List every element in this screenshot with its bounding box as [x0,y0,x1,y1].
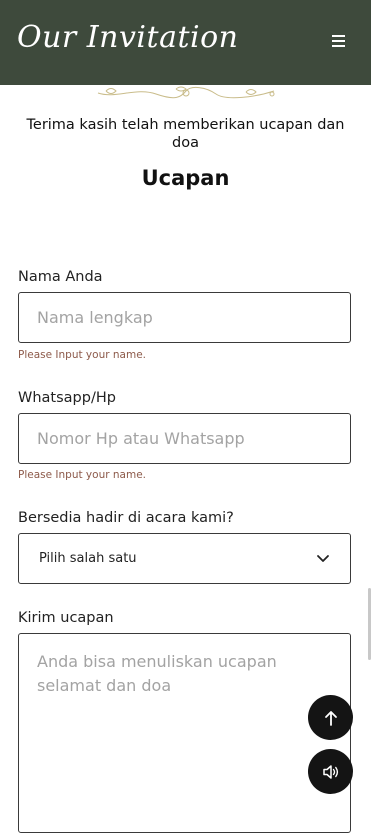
arrow-up-icon [324,710,337,726]
phone-input-placeholder: Nomor Hp atau Whatsapp [37,429,245,448]
section-heading: Ucapan [141,166,230,190]
attendance-label: Bersedia hadir di acara kami? [18,510,234,526]
name-input-placeholder: Nama lengkap [37,308,153,327]
brand-title[interactable]: Our Invitation [17,20,238,55]
scroll-to-top-button[interactable] [308,695,353,740]
hamburger-menu-icon[interactable] [332,35,345,47]
phone-label: Whatsapp/Hp [18,390,116,406]
attendance-select[interactable]: Pilih salah satu [18,533,351,584]
phone-input[interactable]: Nomor Hp atau Whatsapp [18,413,351,464]
name-hint: Please Input your name. [18,349,146,361]
section-subtitle: Terima kasih telah memberikan ucapan dan… [26,117,345,151]
name-input[interactable]: Nama lengkap [18,292,351,343]
speaker-volume-icon [322,764,338,779]
top-nav-bar: Our Invitation [0,0,371,85]
floral-ornament [97,86,275,99]
audio-toggle-button[interactable] [308,749,353,794]
attendance-selected-value: Pilih salah satu [39,551,137,566]
name-label: Nama Anda [18,269,103,285]
message-label: Kirim ucapan [18,610,114,626]
message-textarea[interactable]: Anda bisa menuliskan ucapan selamat dan … [18,633,351,833]
chevron-down-icon [317,554,329,562]
message-placeholder: Anda bisa menuliskan ucapan selamat dan … [37,652,277,695]
phone-hint: Please Input your name. [18,469,146,481]
